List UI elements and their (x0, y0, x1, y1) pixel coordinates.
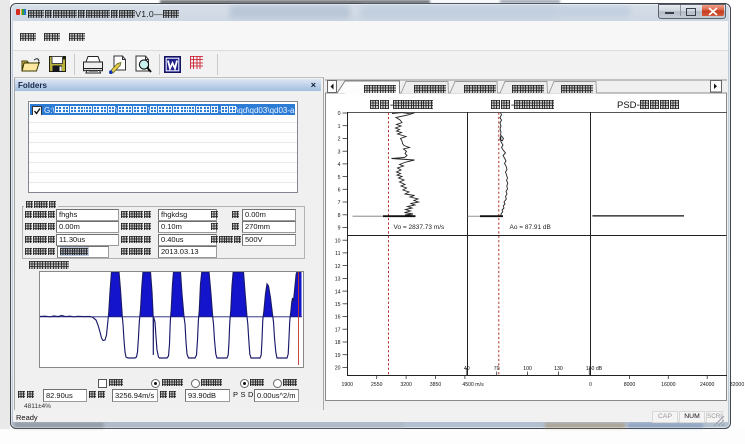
svg-text:3: 3 (338, 149, 341, 155)
svg-text:0: 0 (589, 382, 592, 388)
svg-text:4: 4 (338, 162, 341, 168)
svg-text:2550: 2550 (371, 382, 383, 388)
svg-text:Vo = 2837.73 m/s: Vo = 2837.73 m/s (394, 224, 446, 231)
svg-text:16: 16 (335, 315, 341, 321)
svg-text:11: 11 (335, 251, 340, 257)
svg-text:1900: 1900 (342, 382, 354, 388)
svg-text:13: 13 (335, 277, 341, 283)
svg-text:17: 17 (335, 327, 341, 333)
svg-text:Ao = 87.91 dB: Ao = 87.91 dB (510, 224, 551, 231)
svg-text:12: 12 (335, 264, 341, 270)
svg-text:7: 7 (338, 200, 341, 206)
svg-text:10: 10 (335, 238, 341, 244)
svg-text:160 dB: 160 dB (586, 366, 603, 372)
svg-text:20: 20 (335, 366, 341, 372)
svg-text:24000: 24000 (700, 382, 715, 388)
svg-text:2: 2 (338, 137, 341, 143)
svg-text:130: 130 (554, 366, 563, 372)
svg-text:3200: 3200 (400, 382, 412, 388)
svg-text:5: 5 (338, 175, 341, 181)
svg-text:40: 40 (464, 366, 470, 372)
svg-text:70: 70 (494, 366, 500, 372)
svg-text:15: 15 (335, 302, 341, 308)
svg-text:18: 18 (335, 340, 341, 346)
svg-text:16000: 16000 (661, 382, 676, 388)
svg-text:0: 0 (338, 111, 341, 117)
svg-text:8: 8 (338, 213, 341, 219)
svg-text:4500 m/s: 4500 m/s (462, 382, 484, 388)
svg-text:1: 1 (338, 124, 341, 130)
svg-text:9: 9 (338, 226, 341, 232)
svg-text:8000: 8000 (624, 382, 636, 388)
svg-text:32000: 32000 (730, 382, 745, 388)
svg-text:19: 19 (335, 353, 341, 359)
svg-text:14: 14 (335, 289, 341, 295)
svg-text:3850: 3850 (430, 382, 442, 388)
svg-text:6: 6 (338, 188, 341, 194)
svg-text:100: 100 (523, 366, 532, 372)
